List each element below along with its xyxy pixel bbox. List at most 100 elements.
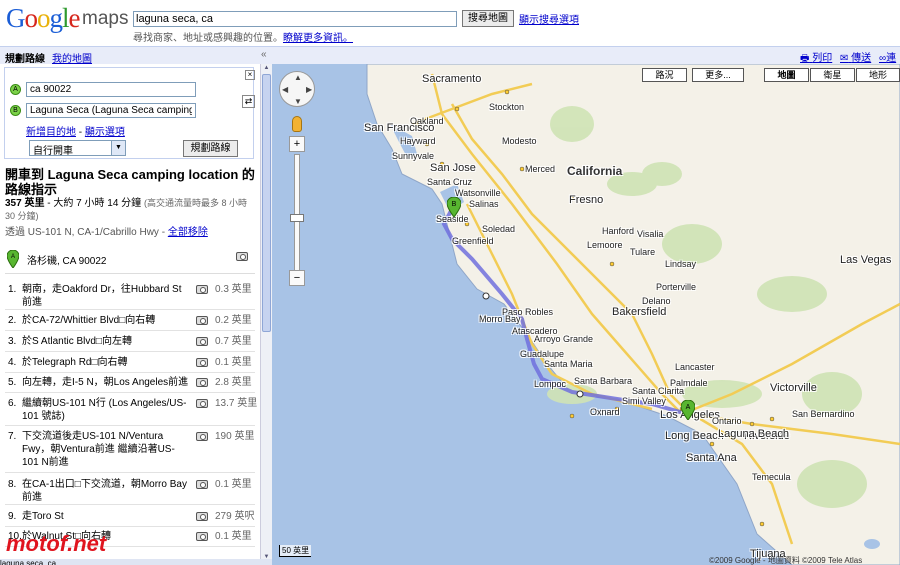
tab-my-maps[interactable]: 我的地圖 [52, 50, 92, 65]
camera-icon[interactable] [236, 252, 248, 261]
step-row[interactable]: 7. 下交流道後走US-101 N/Ventura Fwy，朝Ventura前進 … [5, 430, 255, 473]
pan-up-icon[interactable]: ▲ [294, 73, 302, 82]
city-label: Hayward [400, 136, 436, 146]
search-input[interactable] [133, 11, 457, 27]
city-label: Soledad [482, 224, 516, 234]
step-row[interactable]: 8. 在CA-1出口□下交流道，朝Morro Bay前進 0.1 英里 [5, 478, 255, 505]
step-row[interactable]: 6. 繼續朝US-101 N行 (Los Angeles/US-101 號誌) 13… [5, 397, 258, 426]
step-row[interactable]: 1. 朝南，走Oakford Dr，往Hubbard St前進 0.3 英里 [5, 283, 255, 310]
google-logo[interactable]: Google [6, 3, 80, 34]
travel-mode-value: 自行開車 [33, 146, 73, 157]
map-view[interactable]: ▲ ◀ ▶ ▼ + − 路況 更多... 地圖 衛星 地形 Sacramento… [272, 64, 900, 565]
camera-icon[interactable] [196, 512, 208, 521]
city-label: Fresno [569, 194, 604, 206]
step-text: 於CA-72/Whittier Blvd□向右轉 [22, 315, 156, 326]
city-label: Oxnard [590, 407, 620, 417]
zoom-knob[interactable] [290, 214, 304, 222]
scroll-up-icon[interactable]: ▲ [262, 65, 271, 74]
step-distance: 0.1 英里 [215, 531, 252, 542]
step-row[interactable]: 5. 向左轉，走I-5 N，朝Los Angeles前進 2.8 英里 [5, 376, 255, 393]
step-text: 繼續朝US-101 N行 (Los Angeles/US-101 號誌) [22, 398, 187, 422]
city-label: Modesto [502, 136, 537, 146]
scroll-thumb[interactable] [262, 74, 271, 332]
watermark: motof.net [6, 531, 107, 556]
city-label: Oakland [410, 116, 444, 126]
city-label: Simi Valley [622, 396, 666, 406]
step-number: 3. [8, 336, 17, 347]
chevron-down-icon: ▼ [111, 141, 125, 155]
form-links: 新增目的地 - 顯示選項 [26, 127, 125, 138]
camera-icon[interactable] [196, 399, 208, 408]
close-icon[interactable]: × [245, 70, 255, 80]
marker-b-label: B [452, 201, 457, 208]
send-link[interactable]: ✉ 傳送 [840, 49, 871, 64]
city-label: Sunnyvale [392, 151, 435, 161]
camera-icon[interactable] [196, 480, 208, 489]
camera-icon[interactable] [196, 532, 208, 541]
swap-icon[interactable]: ⇄ [242, 95, 255, 108]
step-distance: 0.1 英里 [215, 479, 252, 490]
tab-directions[interactable]: 規劃路線 [5, 50, 45, 65]
step-row[interactable]: 3. 於S Atlantic Blvd□向左轉 0.7 英里 [5, 335, 255, 352]
camera-icon[interactable] [196, 358, 208, 367]
step-number: 5. [8, 377, 17, 388]
more-button[interactable]: 更多... [692, 68, 744, 82]
step-text: 朝南，走Oakford Dr，往Hubbard St前進 [22, 284, 182, 308]
traffic-button[interactable]: 路況 [642, 68, 687, 82]
camera-icon[interactable] [196, 285, 208, 294]
svg-text:A: A [11, 254, 15, 260]
remove-all-link[interactable]: 全部移除 [168, 227, 208, 238]
pan-right-icon[interactable]: ▶ [306, 85, 312, 94]
pan-down-icon[interactable]: ▼ [294, 97, 302, 106]
step-row[interactable]: 2. 於CA-72/Whittier Blvd□向右轉 0.2 英里 [5, 314, 255, 331]
end-address-input[interactable] [26, 103, 196, 118]
search-options-link[interactable]: 顯示搜尋選項 [519, 11, 579, 26]
panel-scrollbar[interactable]: ▲ ▼ [260, 64, 272, 565]
travel-mode-select[interactable]: 自行開車 ▼ [29, 140, 126, 157]
get-directions-button[interactable]: 規劃路線 [183, 140, 238, 157]
marker-b-icon[interactable]: B [447, 197, 461, 217]
start-address-input[interactable] [26, 82, 196, 97]
toolbar: 規劃路線 我的地圖 « 🖶 列印 ✉ 傳送 ∞連結 [0, 46, 900, 79]
pan-control[interactable]: ▲ ◀ ▶ ▼ [279, 71, 315, 107]
map-scale: 50 英里 [279, 545, 312, 557]
show-options-link[interactable]: 顯示選項 [85, 127, 125, 138]
map-canvas[interactable] [272, 64, 900, 565]
marker-a-icon[interactable]: A [681, 400, 695, 420]
start-location-row[interactable]: A 洛杉磯, CA 90022 [5, 248, 255, 274]
step-distance: 279 英呎 [215, 511, 255, 522]
step-number: 8. [8, 479, 17, 490]
camera-icon[interactable] [196, 316, 208, 325]
city-label: Santa Maria [544, 359, 593, 369]
zoom-out-button[interactable]: − [289, 270, 305, 286]
route-summary: 357 英里 - 大約 7 小時 14 分鐘 (高交通流量時最多 8 小時 30… [5, 198, 247, 221]
zoom-in-button[interactable]: + [289, 136, 305, 152]
city-label: Delano [642, 296, 671, 306]
camera-icon[interactable] [196, 337, 208, 346]
collapse-panel-button[interactable]: « [261, 49, 267, 60]
map-type-satellite-button[interactable]: 衛星 [810, 68, 855, 82]
directions-form: × A B ⇄ 新增目的地 - 顯示選項 自行開車 ▼ 規劃路線 [4, 67, 255, 159]
camera-icon[interactable] [196, 378, 208, 387]
step-distance: 0.3 英里 [215, 284, 252, 295]
learn-more-link[interactable]: 瞭解更多資訊。 [283, 33, 353, 44]
city-label: Guadalupe [520, 349, 565, 359]
step-distance: 13.7 英里 [215, 398, 258, 409]
city-label: Victorville [770, 382, 817, 394]
step-row[interactable]: 4. 於Telegraph Rd□向右轉 0.1 英里 [5, 356, 255, 373]
salton-sea [864, 539, 880, 549]
city-label: Greenfield [452, 236, 494, 246]
header: Google maps 搜尋地圖 顯示搜尋選項 尋找商家、地址或感興趣的位置。瞭… [0, 0, 900, 46]
map-type-map-button[interactable]: 地圖 [764, 68, 809, 82]
pan-left-icon[interactable]: ◀ [282, 85, 288, 94]
maps-logo-text: maps [82, 8, 129, 29]
state-label: California [567, 164, 623, 178]
search-hint-text: 尋找商家、地址或感興趣的位置。 [133, 33, 283, 44]
camera-icon[interactable] [196, 432, 208, 441]
map-type-terrain-button[interactable]: 地形 [856, 68, 900, 82]
route-duration: 大約 7 小時 14 分鐘 [53, 198, 142, 209]
zoom-control[interactable]: + − [289, 116, 305, 289]
add-destination-link[interactable]: 新增目的地 [26, 127, 76, 138]
search-map-button[interactable]: 搜尋地圖 [462, 10, 514, 27]
step-row[interactable]: 9. 走Toro St 279 英呎 [5, 510, 255, 527]
